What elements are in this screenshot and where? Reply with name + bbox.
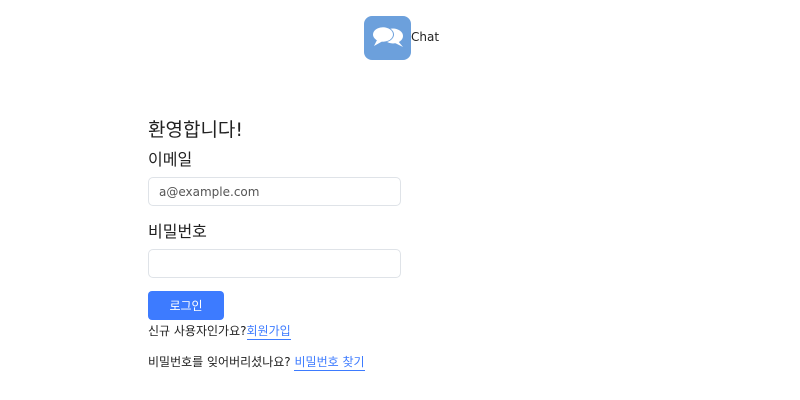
login-form: 환영합니다! 이메일 비밀번호 로그인 신규 사용자인가요?회원가입 비밀번호를…	[148, 116, 401, 371]
forgot-password-line: 비밀번호를 잊어버리셨나요? 비밀번호 찾기	[148, 353, 401, 371]
chat-bubbles-icon	[364, 16, 411, 60]
chat-bubbles-svg	[371, 26, 403, 47]
forgot-password-prompt: 비밀번호를 잊어버리셨나요?	[148, 355, 295, 369]
page-title: 환영합니다!	[148, 119, 244, 141]
login-page: Chat 환영합니다! 이메일 비밀번호 로그인 신규 사용자인가요?회원가입 …	[0, 0, 800, 400]
signup-link[interactable]: 회원가입	[246, 324, 291, 340]
password-field[interactable]	[148, 249, 401, 278]
app-logo: Chat	[364, 16, 439, 60]
signup-line: 신규 사용자인가요?회원가입	[148, 322, 401, 340]
email-field[interactable]	[148, 177, 401, 206]
email-label: 이메일	[148, 150, 193, 169]
login-button[interactable]: 로그인	[148, 291, 224, 320]
password-label: 비밀번호	[148, 222, 207, 241]
forgot-password-link[interactable]: 비밀번호 찾기	[294, 355, 365, 371]
brand-name: Chat	[411, 30, 440, 44]
signup-prompt: 신규 사용자인가요?	[148, 324, 247, 338]
